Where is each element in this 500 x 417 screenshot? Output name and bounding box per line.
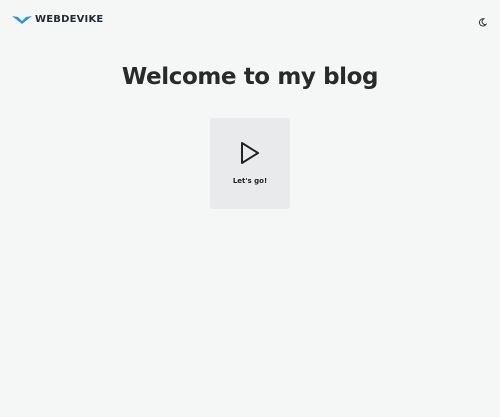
lets-go-label: Let's go! <box>232 177 268 185</box>
page: WEBDEVIKE Welcome to my blog Let's go! <box>0 0 500 417</box>
play-icon <box>241 142 259 164</box>
site-logo[interactable]: WEBDEVIKE <box>12 14 103 25</box>
site-header: WEBDEVIKE <box>0 0 500 42</box>
moon-icon <box>478 12 487 31</box>
theme-toggle-button[interactable] <box>476 15 488 27</box>
page-title: Welcome to my blog <box>121 64 379 90</box>
logo-icon <box>12 15 32 25</box>
logo-text: WEBDEVIKE <box>35 14 104 25</box>
lets-go-button[interactable]: Let's go! <box>210 118 290 209</box>
